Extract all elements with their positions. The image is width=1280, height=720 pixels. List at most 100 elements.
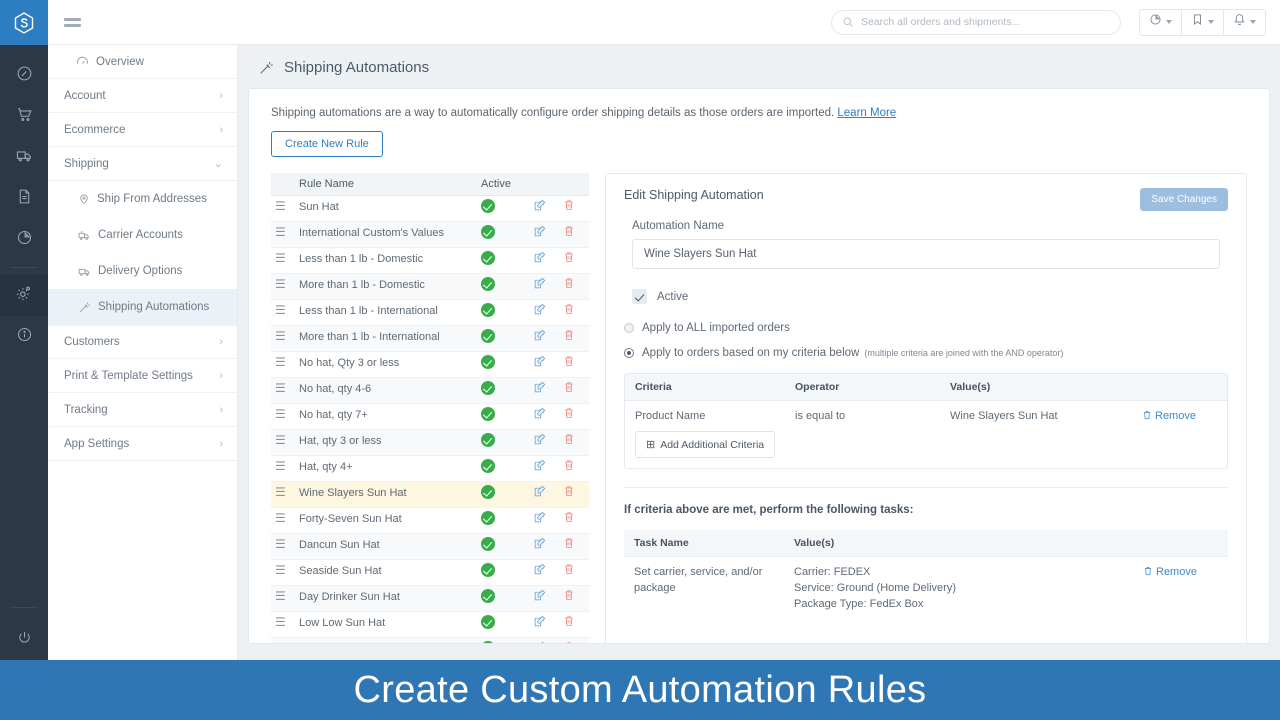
sidebar-item-print-template-settings[interactable]: Print & Template Settings ›: [48, 359, 237, 393]
learn-more-link[interactable]: Learn More: [837, 107, 896, 119]
row-drag-cell[interactable]: ☰: [271, 638, 295, 645]
table-row[interactable]: ☰Hat, qty 3 or less: [271, 430, 589, 456]
edit-icon[interactable]: [533, 277, 546, 290]
table-row[interactable]: ☰Sun Hat: [271, 196, 589, 222]
active-checkbox-row[interactable]: Active: [632, 289, 1228, 304]
delete-icon[interactable]: [563, 589, 575, 601]
drag-handle-icon[interactable]: ☰: [275, 355, 286, 369]
search-input[interactable]: [861, 16, 1110, 28]
row-drag-cell[interactable]: ☰: [271, 274, 295, 300]
sidebar-item-app-settings[interactable]: App Settings ›: [48, 427, 237, 461]
edit-icon[interactable]: [533, 641, 546, 644]
drag-handle-icon[interactable]: ☰: [275, 433, 286, 447]
drag-handle-icon[interactable]: ☰: [275, 225, 286, 239]
row-delete-cell[interactable]: [559, 430, 589, 456]
table-row[interactable]: ☰Seaside Sun Hat: [271, 560, 589, 586]
row-edit-cell[interactable]: [529, 222, 559, 248]
row-drag-cell[interactable]: ☰: [271, 248, 295, 274]
row-drag-cell[interactable]: ☰: [271, 404, 295, 430]
delete-icon[interactable]: [563, 381, 575, 393]
row-delete-cell[interactable]: [559, 222, 589, 248]
edit-icon[interactable]: [533, 407, 546, 420]
active-checkbox[interactable]: [632, 289, 647, 304]
row-delete-cell[interactable]: [559, 560, 589, 586]
row-delete-cell[interactable]: [559, 248, 589, 274]
hamburger-menu-icon[interactable]: [64, 18, 81, 27]
rail-item-settings[interactable]: [0, 275, 48, 316]
row-drag-cell[interactable]: ☰: [271, 378, 295, 404]
radio-criteria[interactable]: [624, 348, 634, 358]
edit-icon[interactable]: [533, 251, 546, 264]
drag-handle-icon[interactable]: ☰: [275, 615, 286, 629]
drag-handle-icon[interactable]: ☰: [275, 277, 286, 291]
criteria-remove-cell[interactable]: Remove: [1132, 401, 1227, 432]
row-edit-cell[interactable]: [529, 196, 559, 222]
rail-item-reports[interactable]: [0, 219, 48, 260]
rail-item-dashboard[interactable]: [0, 55, 48, 96]
radio-all-orders[interactable]: [624, 323, 634, 333]
table-row[interactable]: ☰Less than 1 lb - Domestic: [271, 248, 589, 274]
rail-item-info[interactable]: [0, 316, 48, 357]
edit-icon[interactable]: [533, 589, 546, 602]
row-edit-cell[interactable]: [529, 300, 559, 326]
delete-icon[interactable]: [563, 615, 575, 627]
radio-criteria-row[interactable]: Apply to orders based on my criteria bel…: [624, 347, 1228, 359]
task-remove-cell[interactable]: Remove: [1133, 557, 1228, 645]
table-row[interactable]: ☰Forty-Seven Sun Hat: [271, 508, 589, 534]
create-new-rule-button[interactable]: Create New Rule: [271, 131, 383, 157]
drag-handle-icon[interactable]: ☰: [275, 381, 286, 395]
table-row[interactable]: ☰Hat, qty 4+: [271, 456, 589, 482]
add-additional-criteria-button[interactable]: ⊞ Add Additional Criteria: [635, 431, 775, 458]
rail-item-documents[interactable]: [0, 178, 48, 219]
edit-icon[interactable]: [533, 199, 546, 212]
delete-icon[interactable]: [563, 511, 575, 523]
row-edit-cell[interactable]: [529, 508, 559, 534]
drag-handle-icon[interactable]: ☰: [275, 485, 286, 499]
drag-handle-icon[interactable]: ☰: [275, 407, 286, 421]
logout-button[interactable]: [0, 620, 48, 660]
row-edit-cell[interactable]: [529, 352, 559, 378]
delete-icon[interactable]: [563, 563, 575, 575]
row-drag-cell[interactable]: ☰: [271, 534, 295, 560]
edit-icon[interactable]: [533, 615, 546, 628]
row-edit-cell[interactable]: [529, 248, 559, 274]
row-drag-cell[interactable]: ☰: [271, 560, 295, 586]
drag-handle-icon[interactable]: ☰: [275, 251, 286, 265]
row-edit-cell[interactable]: [529, 482, 559, 508]
table-row[interactable]: ☰Less than 1 lb - International: [271, 300, 589, 326]
row-delete-cell[interactable]: [559, 378, 589, 404]
row-edit-cell[interactable]: [529, 586, 559, 612]
delete-icon[interactable]: [563, 225, 575, 237]
edit-icon[interactable]: [533, 537, 546, 550]
drag-handle-icon[interactable]: ☰: [275, 199, 286, 213]
row-drag-cell[interactable]: ☰: [271, 326, 295, 352]
table-row[interactable]: ☰More than 1 lb - International: [271, 326, 589, 352]
delete-icon[interactable]: [563, 459, 575, 471]
row-delete-cell[interactable]: [559, 404, 589, 430]
remove-task-button[interactable]: Remove: [1143, 566, 1197, 578]
row-drag-cell[interactable]: ☰: [271, 430, 295, 456]
rail-item-orders[interactable]: [0, 96, 48, 137]
bookmarks-dropdown-button[interactable]: [1182, 10, 1224, 35]
row-edit-cell[interactable]: [529, 560, 559, 586]
drag-handle-icon[interactable]: ☰: [275, 641, 286, 644]
row-delete-cell[interactable]: [559, 508, 589, 534]
table-row[interactable]: ☰No hat, qty 7+: [271, 404, 589, 430]
edit-icon[interactable]: [533, 355, 546, 368]
row-delete-cell[interactable]: [559, 482, 589, 508]
row-drag-cell[interactable]: ☰: [271, 222, 295, 248]
row-drag-cell[interactable]: ☰: [271, 352, 295, 378]
row-drag-cell[interactable]: ☰: [271, 196, 295, 222]
row-edit-cell[interactable]: [529, 612, 559, 638]
sidebar-item-delivery-options[interactable]: Delivery Options: [48, 253, 237, 289]
row-drag-cell[interactable]: ☰: [271, 456, 295, 482]
row-delete-cell[interactable]: [559, 534, 589, 560]
table-row[interactable]: ☰Wine Slayers Sun Hat: [271, 482, 589, 508]
row-edit-cell[interactable]: [529, 404, 559, 430]
sidebar-item-shipping[interactable]: Shipping ⌄: [48, 147, 237, 181]
row-edit-cell[interactable]: [529, 456, 559, 482]
drag-handle-icon[interactable]: ☰: [275, 537, 286, 551]
automation-name-input[interactable]: [632, 239, 1220, 269]
sidebar-item-ship-from-addresses[interactable]: Ship From Addresses: [48, 181, 237, 217]
delete-icon[interactable]: [563, 641, 575, 644]
